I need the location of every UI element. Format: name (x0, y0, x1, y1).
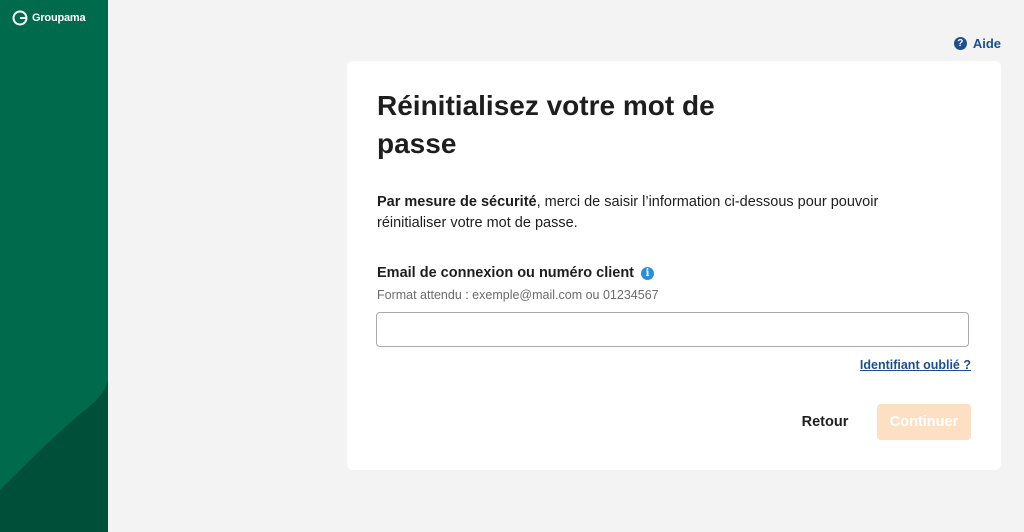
field-label-text: Email de connexion ou numéro client (377, 265, 635, 281)
field-label: Email de connexion ou numéro client i (377, 265, 655, 281)
forgot-identifier-link[interactable]: Identifiant oublié ? (860, 358, 971, 372)
help-link[interactable]: ? Aide (953, 36, 1001, 51)
brand-sidebar: Groupama (0, 0, 108, 532)
sidebar-wave-decoration (0, 380, 108, 532)
intro-text: Par mesure de sécurité, merci de saisir … (377, 192, 937, 234)
brand-name: Groupama (32, 12, 86, 24)
groupama-logo-icon (12, 10, 28, 26)
login-identifier-input[interactable] (376, 312, 969, 347)
intro-bold: Par mesure de sécurité (377, 194, 537, 210)
field-hint: Format attendu : exemple@mail.com ou 012… (377, 288, 659, 302)
info-icon[interactable]: i (641, 266, 655, 280)
question-circle-icon: ? (953, 37, 967, 50)
continue-button[interactable]: Continuer (877, 404, 971, 440)
reset-password-card: Réinitialisez votre mot de passe Par mes… (347, 61, 1001, 470)
page-title: Réinitialisez votre mot de passe (377, 90, 715, 159)
back-button[interactable]: Retour (785, 404, 865, 440)
help-label: Aide (972, 36, 1001, 51)
groupama-logo[interactable]: Groupama (12, 10, 86, 26)
